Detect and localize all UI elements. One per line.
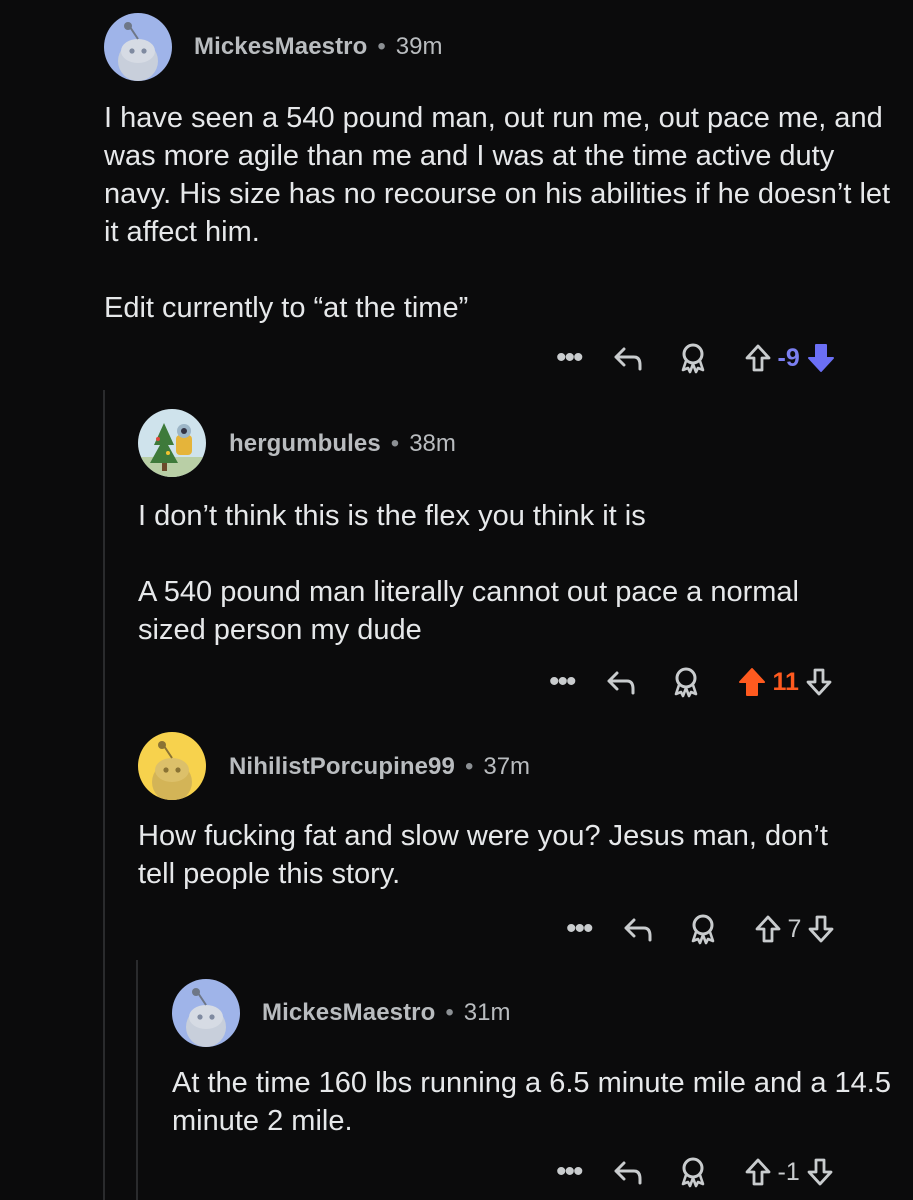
reply-icon[interactable] xyxy=(612,1157,644,1187)
vote-score: 7 xyxy=(787,914,802,943)
comment-age: 39m xyxy=(395,33,443,60)
author-name[interactable]: MickesMaestro xyxy=(194,33,367,61)
comment-paragraph: Edit currently to “at the time” xyxy=(104,292,469,324)
author-name[interactable]: MickesMaestro xyxy=(262,999,435,1027)
award-icon[interactable] xyxy=(688,913,718,945)
avatar[interactable] xyxy=(172,979,240,1047)
vote-score: -9 xyxy=(777,343,800,372)
avatar[interactable] xyxy=(104,13,172,81)
comment-age: 38m xyxy=(409,430,456,457)
separator-dot: • xyxy=(445,999,454,1026)
upvote-icon[interactable] xyxy=(754,914,782,944)
comment-body: At the time 160 lbs running a 6.5 minute… xyxy=(172,1064,892,1140)
comment-body: How fucking fat and slow were you? Jesus… xyxy=(138,817,858,893)
author-name[interactable]: hergumbules xyxy=(229,430,381,458)
reply-icon[interactable] xyxy=(605,667,637,697)
downvote-icon[interactable] xyxy=(805,667,833,697)
comment-paragraph: I have seen a 540 pound man, out run me,… xyxy=(104,102,891,248)
vote-score: 11 xyxy=(772,667,799,696)
downvote-icon[interactable] xyxy=(806,342,836,374)
comment-body: I have seen a 540 pound man, out run me,… xyxy=(104,99,894,327)
reply-icon[interactable] xyxy=(612,343,644,373)
avatar[interactable] xyxy=(138,732,206,800)
comment-paragraph: A 540 pound man literally cannot out pac… xyxy=(138,576,799,646)
comment-body: I don’t think this is the flex you think… xyxy=(138,497,838,649)
reply-icon[interactable] xyxy=(622,914,654,944)
award-icon[interactable] xyxy=(671,666,701,698)
comment-age: 37m xyxy=(483,753,531,780)
vote-score: -1 xyxy=(777,1157,800,1186)
separator-dot: • xyxy=(390,430,400,457)
more-options-icon[interactable]: ••• xyxy=(556,343,583,373)
award-icon[interactable] xyxy=(678,342,708,374)
comment-paragraph: How fucking fat and slow were you? Jesus… xyxy=(138,820,828,890)
upvote-icon[interactable] xyxy=(744,343,772,373)
award-icon[interactable] xyxy=(678,1156,708,1188)
author-name[interactable]: NihilistPorcupine99 xyxy=(229,753,455,781)
more-options-icon[interactable]: ••• xyxy=(566,914,593,944)
separator-dot: • xyxy=(464,753,474,780)
more-options-icon[interactable]: ••• xyxy=(556,1157,583,1187)
comment-age: 31m xyxy=(463,999,511,1026)
avatar[interactable] xyxy=(138,409,206,477)
more-options-icon[interactable]: ••• xyxy=(549,667,576,697)
comment-paragraph: I don’t think this is the flex you think… xyxy=(138,500,646,532)
separator-dot: • xyxy=(377,33,386,60)
downvote-icon[interactable] xyxy=(807,914,835,944)
thread-line xyxy=(103,390,105,1200)
upvote-icon[interactable] xyxy=(737,666,767,698)
thread-line xyxy=(136,960,138,1200)
downvote-icon[interactable] xyxy=(806,1157,834,1187)
comment-paragraph: At the time 160 lbs running a 6.5 minute… xyxy=(172,1067,891,1137)
upvote-icon[interactable] xyxy=(744,1157,772,1187)
